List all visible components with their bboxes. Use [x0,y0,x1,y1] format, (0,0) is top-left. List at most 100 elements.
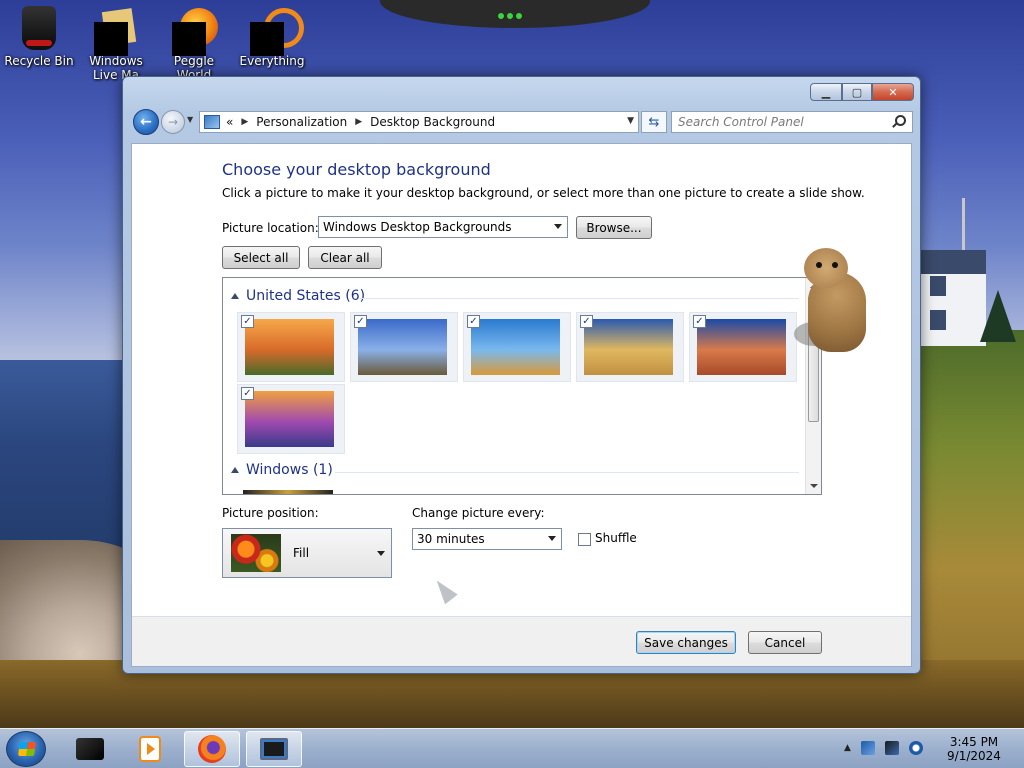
thumbnail-image [245,391,334,447]
windows-live-mail-icon [94,6,136,56]
wallpaper-thumbnail[interactable]: ✓ [237,312,345,382]
change-picture-value: 30 minutes [417,532,485,546]
taskbar-item-control-panel[interactable] [246,731,302,767]
group-header-united-states[interactable]: United States (6) [231,288,365,304]
forward-button[interactable]: → [161,110,185,134]
clock-time: 3:45 PM [949,735,999,749]
group-title: Windows (1) [246,462,333,478]
breadcrumb-desktop-background[interactable]: Desktop Background [370,115,495,129]
desktop-icon-label: Everything [239,54,305,68]
arrow-left-icon: ← [140,114,152,130]
maximize-button[interactable]: ▢ [842,83,872,101]
gopher-eye [832,262,838,268]
navigation-bar: ← → ▼ « ▶ Personalization ▶ Desktop Back… [131,107,913,137]
thumbnail-checkbox[interactable]: ✓ [241,315,254,328]
picture-position-select[interactable]: Fill [222,528,392,578]
wallpaper-thumbnail[interactable]: ✓ [689,312,797,382]
picture-location-value: Windows Desktop Backgrounds [323,220,512,234]
thumbnail-checkbox[interactable]: ✓ [580,315,593,328]
thumbnail-image [697,319,786,375]
flower-preview-icon [231,534,281,572]
desktop-icon-everything[interactable]: Everything [234,6,310,68]
shuffle-checkbox[interactable] [578,533,591,546]
page-description: Click a picture to make it your desktop … [222,186,865,200]
collapse-icon[interactable] [231,467,239,473]
recycle-bin-icon [22,6,56,50]
wallpaper-house-window [930,276,946,296]
peggle-icon [172,6,218,56]
chevron-down-icon: ▼ [187,115,194,124]
clock-date: 9/1/2024 [947,749,1001,763]
thumbnail-image [358,319,447,375]
wallpaper-house-window [930,310,946,330]
save-changes-button[interactable]: Save changes [636,631,736,654]
collapse-icon[interactable] [231,293,239,299]
search-icon[interactable] [891,115,906,129]
redacted-icon [94,22,128,56]
address-bar[interactable]: « ▶ Personalization ▶ Desktop Background… [199,111,639,133]
desktop-background-window: ▁ ▢ ✕ ← → ▼ « ▶ Personalization ▶ Deskto… [122,76,921,674]
gopher-eye [816,262,822,268]
wallpaper-thumbnail[interactable]: ✓ [350,312,458,382]
wallpaper-thumbnail-partial[interactable] [243,490,333,494]
wallpaper-gallery[interactable]: United States (6) ✓ ✓ ✓ ✓ ✓ ✓ Windows (1… [222,277,822,495]
browse-button[interactable]: Browse... [576,216,652,239]
thumbnail-image [584,319,673,375]
media-player-icon [139,736,161,762]
breadcrumb-personalization[interactable]: Personalization [256,115,347,129]
dialog-footer: Save changes Cancel [131,617,912,667]
redacted-icon [250,22,284,56]
show-hidden-icons-icon[interactable]: ▲ [844,743,851,753]
window-controls: ▁ ▢ ✕ [810,83,914,101]
group-divider [359,298,799,299]
desktop-icon-recycle-bin[interactable]: Recycle Bin [1,6,77,68]
chevron-down-icon [377,551,385,556]
breadcrumb-arrow-icon[interactable]: ▶ [355,117,362,127]
back-button[interactable]: ← [133,109,159,135]
close-button[interactable]: ✕ [872,83,914,101]
thumbnail-image [245,319,334,375]
network-icon[interactable] [884,741,899,755]
desktop-icon-windows-live-mail[interactable]: Windows Live Ma [78,6,154,82]
action-center-icon[interactable] [860,741,875,755]
thumbnail-checkbox[interactable]: ✓ [241,387,254,400]
desktop-icon-peggle-world[interactable]: Peggle World [156,6,232,82]
taskbar-item-firefox[interactable] [184,731,240,767]
picture-position-label: Picture position: [222,506,319,520]
picture-location-select[interactable]: Windows Desktop Backgrounds [318,216,568,238]
media-center-icon [76,738,104,760]
cancel-button[interactable]: Cancel [748,631,822,654]
thumbnail-checkbox[interactable]: ✓ [467,315,480,328]
taskbar-item-media-player[interactable] [122,731,178,767]
thumbnail-checkbox[interactable]: ✓ [354,315,367,328]
scroll-down-icon[interactable] [810,484,818,488]
start-button[interactable] [6,731,46,767]
wallpaper-tree [980,290,1016,342]
picture-location-label: Picture location: [222,221,319,235]
refresh-button[interactable]: ⇆ [641,111,667,133]
wallpaper-thumbnail[interactable]: ✓ [463,312,571,382]
select-all-button[interactable]: Select all [222,246,300,269]
search-input[interactable]: Search Control Panel [671,111,913,133]
breadcrumb-arrow-icon[interactable]: ▶ [241,117,248,127]
recent-pages-button[interactable]: ▼ [187,115,197,127]
clear-all-button[interactable]: Clear all [308,246,382,269]
desktop-pet-gopher[interactable] [794,248,870,354]
taskbar-item-media-center[interactable] [62,731,118,767]
thumbnail-checkbox[interactable]: ✓ [693,315,706,328]
address-dropdown-icon[interactable]: ▼ [627,116,634,126]
shuffle-label[interactable]: Shuffle [595,531,637,545]
change-picture-select[interactable]: 30 minutes [412,528,562,550]
taskbar-clock[interactable]: 3:45 PM 9/1/2024 [944,735,1004,763]
breadcrumb-overflow[interactable]: « [226,115,233,129]
wallpaper-thumbnail[interactable]: ✓ [576,312,684,382]
redacted-icon [172,22,206,56]
thumbnail-image [471,319,560,375]
everything-icon [250,6,304,56]
minimize-button[interactable]: ▁ [810,83,842,101]
wallpaper-thumbnail[interactable]: ✓ [237,384,345,454]
volume-icon[interactable] [908,741,923,755]
control-panel-icon [204,115,220,129]
group-header-windows[interactable]: Windows (1) [231,462,333,478]
gopher-head [804,248,848,288]
